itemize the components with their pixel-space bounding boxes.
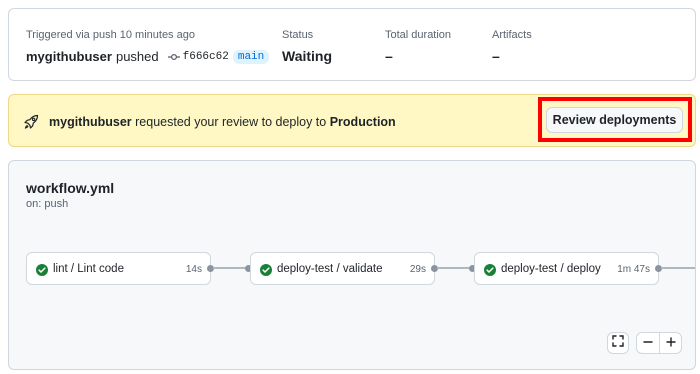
job-duration: 1m 47s <box>617 264 650 275</box>
branch-badge[interactable]: main <box>232 49 270 64</box>
job-card-validate[interactable]: deploy-test / validate 29s <box>250 252 435 285</box>
duration-value: – <box>385 48 393 64</box>
status-value: Waiting <box>282 48 333 64</box>
job-duration: 14s <box>185 264 202 275</box>
action-text: pushed <box>115 49 159 64</box>
job-connector <box>661 267 695 269</box>
job-name: deploy-test / validate <box>277 263 383 275</box>
plus-icon <box>665 334 676 352</box>
requester-name[interactable]: mygithubuser <box>49 115 132 129</box>
duration-label: Total duration <box>385 29 452 41</box>
minus-icon <box>643 334 653 352</box>
trigger-info: mygithubuser pushed f666c62 main <box>26 49 270 64</box>
git-commit-icon <box>167 51 180 63</box>
banner-message: mygithubuser requested your review to de… <box>49 115 396 129</box>
status-label: Status <box>282 29 314 41</box>
job-connector <box>213 267 247 269</box>
environment-name: Production <box>329 115 396 129</box>
job-connector <box>437 267 471 269</box>
job-duration: 29s <box>409 264 426 275</box>
check-circle-icon <box>484 263 496 276</box>
actor-link[interactable]: mygithubuser <box>26 49 112 64</box>
job-name: deploy-test / deploy <box>501 263 601 275</box>
workflow-trigger: on: push <box>26 198 69 210</box>
artifacts-value: – <box>492 48 500 64</box>
job-name: lint / Lint code <box>53 263 124 275</box>
workflow-graph: workflow.yml on: push lint / Lint code 1… <box>8 160 696 370</box>
artifacts-label: Artifacts <box>492 29 532 41</box>
rocket-icon <box>23 114 39 130</box>
check-circle-icon <box>260 263 272 276</box>
job-card-lint[interactable]: lint / Lint code 14s <box>26 252 211 285</box>
fullscreen-icon <box>612 334 624 352</box>
job-card-deploy[interactable]: deploy-test / deploy 1m 47s <box>474 252 659 285</box>
check-circle-icon <box>36 263 48 276</box>
run-summary-card: Triggered via push 10 minutes ago mygith… <box>8 8 696 81</box>
review-deployments-button[interactable]: Review deployments <box>546 107 683 133</box>
commit-sha-link[interactable]: f666c62 <box>183 51 229 63</box>
zoom-in-button[interactable] <box>659 333 681 353</box>
zoom-controls <box>636 332 682 354</box>
fullscreen-button[interactable] <box>607 332 629 354</box>
workflow-file-name: workflow.yml <box>26 180 115 196</box>
zoom-out-button[interactable] <box>637 333 659 353</box>
triggered-label: Triggered via push 10 minutes ago <box>26 29 195 41</box>
banner-request-text: requested your review to deploy to <box>135 115 327 129</box>
